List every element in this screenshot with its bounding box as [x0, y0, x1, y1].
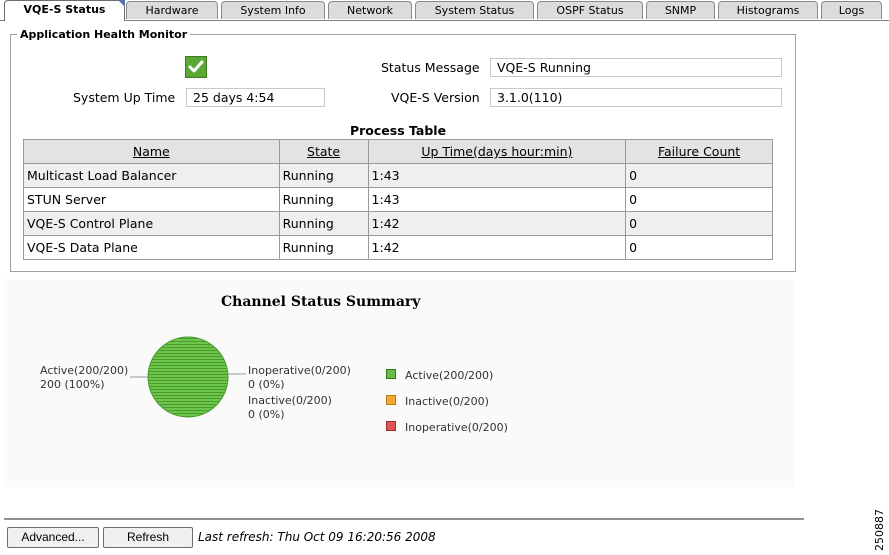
tab-system-info[interactable]: System Info [221, 1, 325, 19]
table-row: Multicast Load Balancer Running 1:43 0 [23, 163, 773, 188]
cell-up-time: 1:42 [367, 211, 627, 236]
cell-name: STUN Server [23, 187, 280, 212]
slice-label-inoperative: Inoperative(0/200) 0 (0%) [248, 364, 351, 392]
tab-label: Network [347, 4, 393, 17]
column-header-failure-count[interactable]: Failure Count [625, 139, 773, 164]
slice-label-value: 0 (0%) [248, 408, 285, 421]
tab-snmp[interactable]: SNMP [646, 1, 715, 19]
status-message-label: Status Message [381, 60, 480, 75]
system-up-time-label: System Up Time [73, 90, 176, 105]
slice-label-inactive: Inactive(0/200) 0 (0%) [248, 394, 332, 422]
tab-system-status[interactable]: System Status [415, 1, 534, 19]
cell-state: Running [278, 163, 369, 188]
legend-label-inactive: Inactive(0/200) [405, 395, 489, 408]
checkmark-icon [185, 56, 207, 78]
figure-id-text: 250887 [873, 509, 886, 551]
vqe-s-version-label: VQE-S Version [391, 90, 480, 105]
table-row: STUN Server Running 1:43 0 [23, 187, 773, 212]
tab-label: Histograms [736, 4, 800, 17]
footer-divider [4, 518, 804, 520]
slice-label-name: Inoperative(0/200) [248, 364, 351, 377]
column-header-name[interactable]: Name [23, 139, 280, 164]
status-message-field: VQE-S Running [490, 58, 782, 77]
column-header-up-time[interactable]: Up Time(days hour:min) [367, 139, 627, 164]
cell-failure-count: 0 [625, 235, 773, 260]
tab-network[interactable]: Network [328, 1, 412, 19]
section-title: Application Health Monitor [20, 28, 188, 41]
tab-logs[interactable]: Logs [821, 1, 882, 19]
legend-label-inoperative: Inoperative(0/200) [405, 421, 508, 434]
cell-up-time: 1:43 [367, 163, 627, 188]
tab-label: OSPF Status [556, 4, 624, 17]
pie-slice-active [147, 336, 229, 418]
cell-failure-count: 0 [625, 187, 773, 212]
cell-state: Running [278, 235, 369, 260]
legend-swatch-inoperative [386, 421, 396, 431]
table-header-row: Name State Up Time(days hour:min) Failur… [23, 139, 773, 164]
process-table: Name State Up Time(days hour:min) Failur… [23, 139, 773, 260]
chart-title: Channel Status Summary [221, 294, 421, 310]
slice-label-name: Active(200/200) [40, 364, 129, 377]
cell-state: Running [278, 211, 369, 236]
legend-swatch-active [386, 369, 396, 379]
cell-name: VQE-S Control Plane [23, 211, 280, 236]
advanced-button[interactable]: Advanced... [7, 527, 99, 548]
corner-marker-icon [118, 0, 125, 7]
tab-ospf-status[interactable]: OSPF Status [537, 1, 643, 19]
tab-label: System Info [240, 4, 306, 17]
column-header-state[interactable]: State [278, 139, 369, 164]
slice-label-name: Inactive(0/200) [248, 394, 332, 407]
tab-hardware[interactable]: Hardware [126, 1, 218, 19]
cell-failure-count: 0 [625, 163, 773, 188]
slice-label-active: Active(200/200) 200 (100%) [40, 364, 128, 392]
figure-id: 250887 [873, 509, 886, 551]
cell-failure-count: 0 [625, 211, 773, 236]
table-row: VQE-S Control Plane Running 1:42 0 [23, 211, 773, 236]
system-up-time-field: 25 days 4:54 [186, 88, 325, 107]
cell-name: Multicast Load Balancer [23, 163, 280, 188]
pie-slices [147, 336, 229, 418]
tab-bar: VQE-S Status Hardware System Info Networ… [0, 0, 889, 21]
tab-label: Logs [838, 4, 865, 17]
cell-up-time: 1:43 [367, 187, 627, 212]
legend-label-active: Active(200/200) [405, 369, 494, 382]
slice-label-value: 0 (0%) [248, 378, 285, 391]
last-refresh-text: Last refresh: Thu Oct 09 16:20:56 2008 [198, 530, 436, 544]
tab-histograms[interactable]: Histograms [718, 1, 818, 19]
cell-state: Running [278, 187, 369, 212]
refresh-button[interactable]: Refresh [103, 527, 193, 548]
tab-vqe-s-status[interactable]: VQE-S Status [4, 0, 125, 21]
slice-label-value: 200 (100%) [40, 378, 105, 391]
tab-label: VQE-S Status [23, 3, 106, 16]
process-table-title: Process Table [349, 123, 447, 138]
table-row: VQE-S Data Plane Running 1:42 0 [23, 235, 773, 260]
cell-up-time: 1:42 [367, 235, 627, 260]
tab-label: Hardware [145, 4, 199, 17]
tab-label: SNMP [664, 4, 697, 17]
cell-name: VQE-S Data Plane [23, 235, 280, 260]
vqe-s-version-field: 3.1.0(110) [490, 88, 782, 107]
tab-label: System Status [434, 4, 515, 17]
legend-swatch-inactive [386, 395, 396, 405]
